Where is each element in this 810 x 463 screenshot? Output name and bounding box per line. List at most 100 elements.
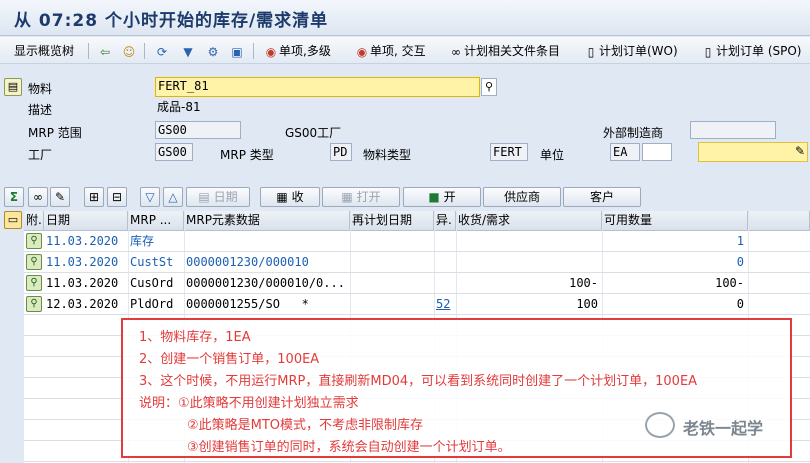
sort-down-icon[interactable]: ▽: [140, 187, 160, 207]
refresh-icon[interactable]: ⟳: [154, 41, 170, 61]
overview-tree-button[interactable]: 显示概览树: [14, 41, 74, 61]
cell-available-qty: 0: [736, 255, 744, 269]
unit-field[interactable]: EA: [610, 143, 640, 161]
planned-order-wo-label: 计划订单(WO): [599, 44, 678, 58]
open-button[interactable]: ▦ 打开: [322, 187, 400, 207]
material-label: 物料: [28, 82, 53, 96]
material-tree-icon[interactable]: ▤: [4, 78, 22, 96]
exception-link[interactable]: 52: [434, 294, 456, 315]
window-title: 从 07:28 个小时开始的库存/需求清单: [14, 11, 329, 31]
customer-button-label: 客户: [589, 190, 614, 204]
table-row[interactable]: ⚲ 11.03.2020 CusOrd 0000001230/000010/0.…: [24, 273, 810, 294]
material-type-label: 物料类型: [363, 148, 412, 162]
date-button[interactable]: ▤ 日期: [186, 187, 250, 207]
single-cross-button[interactable]: ◉ 单项, 交互: [354, 41, 426, 61]
target-icon: ◉: [265, 44, 277, 59]
single-cross-label: 单项, 交互: [370, 44, 426, 58]
glasses-icon[interactable]: ∞: [28, 187, 48, 207]
col-header-date[interactable]: 日期: [44, 211, 128, 231]
col-header-receipt-requirement[interactable]: 收货/需求: [456, 211, 602, 231]
material-field[interactable]: FERT_81: [155, 77, 480, 97]
plan-files-button[interactable]: ∞ 计划相关文件条目: [448, 41, 560, 61]
plant-label: 工厂: [28, 148, 53, 162]
single-multi-level-button[interactable]: ◉ 单项,多级: [263, 41, 331, 61]
cell-mrp-element-data: 0000001230/000010/0...: [186, 276, 345, 290]
plan-files-label: 计划相关文件条目: [464, 44, 561, 58]
unit-label: 单位: [540, 148, 565, 162]
mrp-type-field[interactable]: PD: [330, 143, 352, 161]
sort-up-icon[interactable]: △: [163, 187, 183, 207]
unit-extra-field[interactable]: [642, 143, 672, 161]
material-type-field[interactable]: FERT: [490, 143, 528, 161]
cell-available-qty: 1: [736, 234, 744, 248]
customer-button[interactable]: 客户: [563, 187, 641, 207]
filter-icon[interactable]: ▼: [180, 41, 196, 61]
watermark-text: 老铁一起学: [683, 419, 764, 438]
application-toolbar: 显示概览树 ⇦ ☺ ⟳ ▼ ⚙ ▣ ◉ 单项,多级 ◉ 单项, 交互 ∞ 计划相关文件…: [0, 37, 810, 64]
cell-date: 11.03.2020: [46, 276, 119, 290]
glasses-icon: ∞: [451, 44, 461, 59]
notes-field[interactable]: ✎: [698, 142, 808, 162]
cell-mrp-element: PldOrd: [130, 297, 174, 311]
mrp-area-field[interactable]: GS00: [155, 121, 241, 139]
vendor-button-label: 供应商: [503, 190, 540, 204]
planned-order-spo-button[interactable]: ▯ 计划订单 (SPO): [700, 41, 802, 61]
target-icon: ◉: [356, 44, 368, 59]
zoom-icon[interactable]: ⚲: [26, 233, 42, 249]
vendor-button[interactable]: 供应商: [483, 187, 561, 207]
col-header-reschedule-date[interactable]: 再计划日期: [350, 211, 434, 231]
planned-order-spo-label: 计划订单 (SPO): [716, 44, 802, 58]
single-multi-level-label: 单项,多级: [279, 44, 331, 58]
cell-mrp-element-data: 0000001255/SO *: [186, 297, 309, 311]
col-header-attach[interactable]: 附.: [24, 211, 44, 231]
cell-receipt-requirement: [456, 252, 602, 273]
table-row[interactable]: ⚲ 11.03.2020 库存 1: [24, 231, 810, 252]
toolbar-separator: [253, 43, 254, 59]
cell-date: 12.03.2020: [46, 297, 119, 311]
title-bar: 从 07:28 个小时开始的库存/需求清单: [0, 0, 810, 36]
cell-mrp-element: CusOrd: [130, 276, 174, 290]
back-doc-icon[interactable]: ⇦: [97, 41, 113, 61]
plant-field[interactable]: GS00: [155, 143, 193, 161]
col-header-mrp-element-data[interactable]: MRP元素数据: [184, 211, 350, 231]
date-button-label: 日期: [213, 190, 238, 204]
search-icon[interactable]: ⚲: [481, 78, 497, 96]
note-line-1: 1、物料库存，1EA: [139, 330, 251, 345]
on-button[interactable]: ■ 开: [403, 187, 481, 207]
cell-receipt-requirement: 100-: [569, 276, 598, 290]
receipt-button[interactable]: ▦ 收: [260, 187, 320, 207]
col-header-available-qty[interactable]: 可用数量: [602, 211, 748, 231]
planned-order-wo-button[interactable]: ▯ 计划订单(WO): [583, 41, 678, 61]
zoom-icon[interactable]: ⚲: [26, 254, 42, 270]
cell-receipt-requirement: [456, 231, 602, 252]
note-line-6: ③创建销售订单的同时，系统会自动创建一个计划订单。: [187, 440, 511, 455]
zoom-icon[interactable]: ⚲: [26, 275, 42, 291]
ext-manufacturer-label: 外部制造商: [603, 126, 664, 140]
col-header-exception[interactable]: 异.: [434, 211, 456, 231]
mrp-type-label: MRP 类型: [220, 148, 274, 162]
cell-available-qty: 0: [736, 297, 744, 311]
table-row[interactable]: ⚲ 12.03.2020 PldOrd 0000001255/SO * 52 1…: [24, 294, 810, 315]
cell-available-qty: 100-: [715, 276, 744, 290]
edit-icon: ✎: [794, 144, 805, 158]
ext-manufacturer-field[interactable]: [690, 121, 776, 139]
pencil-icon[interactable]: ✎: [50, 187, 70, 207]
annotation-box: 1、物料库存，1EA 2、创建一个销售订单，100EA 3、这个时候，不用运行M…: [121, 318, 792, 458]
col-header-mrp-element[interactable]: MRP ...: [128, 211, 184, 231]
expand-tree-icon[interactable]: ⊞: [84, 187, 104, 207]
settings-icon[interactable]: ⚙: [205, 41, 221, 61]
note-line-3: 3、这个时候，不用运行MRP，直接刷新MD04，可以看到系统同时创建了一个计划订…: [139, 374, 698, 389]
table-row[interactable]: ⚲ 11.03.2020 CustSt 0000001230/000010 0: [24, 252, 810, 273]
layout-icon[interactable]: ▣: [229, 41, 245, 61]
collapse-tree-icon[interactable]: ⊟: [107, 187, 127, 207]
document-icon: ▯: [587, 44, 595, 59]
zoom-icon[interactable]: ⚲: [26, 296, 42, 312]
toolbar-separator: [88, 43, 89, 59]
folder-icon[interactable]: ▭: [4, 211, 22, 229]
wechat-icon: [645, 412, 675, 438]
cell-mrp-element-data: [184, 231, 350, 252]
people-icon[interactable]: ☺: [121, 41, 137, 61]
note-line-5: ②此策略是MTO模式，不考虑非限制库存: [187, 418, 424, 433]
description-field: 成品-81: [155, 99, 480, 117]
sum-icon[interactable]: Σ: [4, 187, 24, 207]
